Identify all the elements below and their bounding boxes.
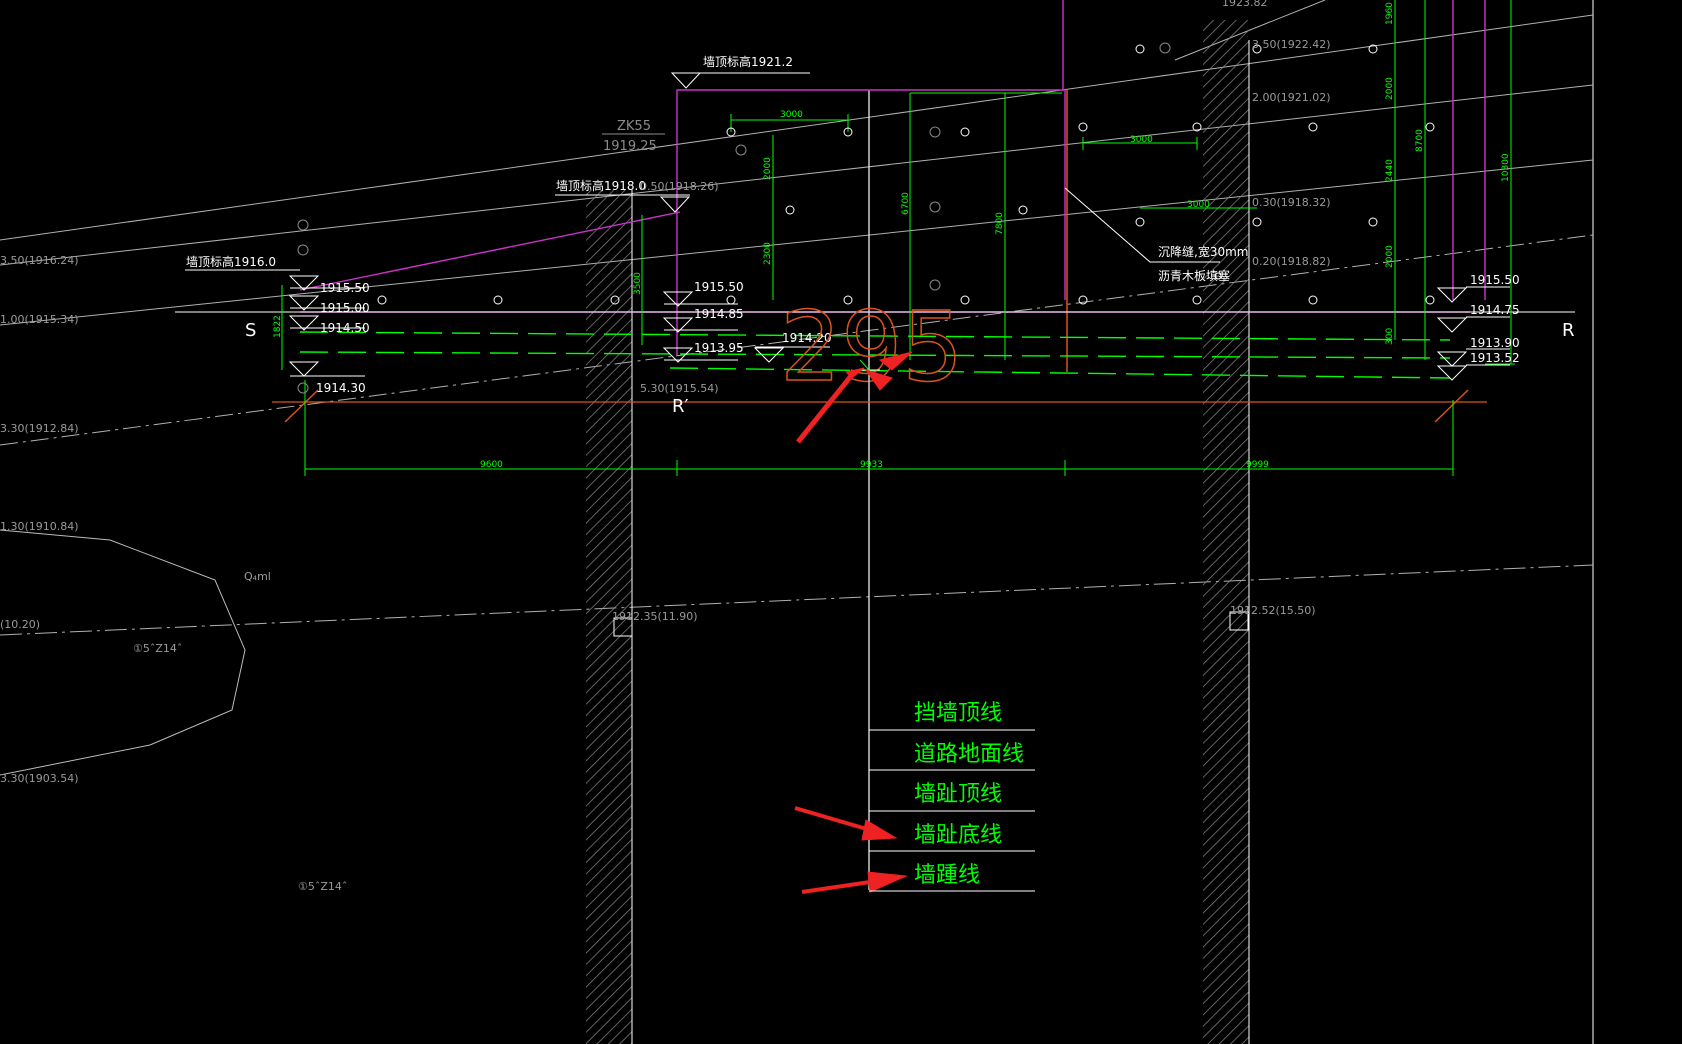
right-elev-3: 1913.90 <box>1470 336 1520 350</box>
legend-item-1: 挡墙顶线 <box>914 701 1002 726</box>
vdim-13: 300 <box>1385 328 1395 345</box>
misc-label: 0.20(1918.82) <box>1252 255 1331 268</box>
vdim-2: 2300 <box>763 242 773 265</box>
section-label-s: S <box>245 320 256 341</box>
wall-top-marker <box>659 196 691 213</box>
right-elev-1: 1915.50 <box>1470 273 1520 287</box>
ground-tick-right <box>1434 389 1469 423</box>
dim-bottom-1: 9600 <box>480 460 503 470</box>
misc-label: Q₄ml <box>244 570 271 583</box>
misc-label: 3.50(1922.42) <box>1252 38 1331 51</box>
vdim-10: 2000 <box>1385 245 1395 268</box>
misc-label: 1923.82 <box>1222 0 1268 9</box>
misc-label: 5.30(1915.54) <box>640 382 719 395</box>
mid-elev-1: 1915.50 <box>694 280 744 294</box>
mid-elev-2: 1914.85 <box>694 307 744 321</box>
misc-label: 0.30(1918.32) <box>1252 196 1331 209</box>
misc-labels: 1923.82 3.50(1922.42) 2.00(1921.02) 0.50… <box>0 0 1331 893</box>
vdim-1: 2000 <box>763 157 773 180</box>
wall-top-marker <box>670 72 702 89</box>
right-elevation-markers <box>1436 286 1510 381</box>
vdim-11: 8700 <box>1415 129 1425 152</box>
mid-elev-3: 1913.95 <box>694 341 744 355</box>
pile-column-right <box>1203 20 1249 1044</box>
left-elev-3: 1914.50 <box>320 321 370 335</box>
legend-item-3: 墙趾顶线 <box>914 782 1002 807</box>
grid-dim-2: 3000 <box>1130 135 1153 145</box>
left-elev-1: 1915.50 <box>320 281 370 295</box>
left-elev-2: 1915.00 <box>320 301 370 315</box>
red-arrow-3 <box>794 806 898 841</box>
vdim-6: 1822 <box>273 315 283 338</box>
right-elev-2: 1914.75 <box>1470 303 1520 317</box>
misc-label: 1.00(1915.34) <box>0 313 79 326</box>
note-joint: 沉降缝,宽30mm <box>1158 244 1248 259</box>
pile-label-left: 1912.35(11.90) <box>612 610 698 623</box>
borehole-name: ZK55 <box>617 119 651 134</box>
pile-label-right: 1912.52(15.50) <box>1230 604 1316 617</box>
left-elev-4: 1914.30 <box>316 381 366 395</box>
misc-label: ①5ˆZ14ˆ <box>133 642 182 655</box>
vdim-8: 2000 <box>1385 77 1395 100</box>
soil-boundary-curve <box>0 529 246 776</box>
cad-drawing-canvas[interactable]: 1912.35(11.90) 1912.52(15.50) 9600 9933 … <box>0 0 1682 1044</box>
wall-top-label-1: 墙顶标高1921.2 <box>703 54 793 69</box>
dim-bottom-2: 9933 <box>860 460 883 470</box>
misc-label: 0.50(1918.26) <box>640 180 719 193</box>
red-arrow-4 <box>801 871 908 894</box>
legend-item-4: 墙趾底线 <box>914 823 1002 848</box>
borehole-elevation: 1919.25 <box>603 139 657 154</box>
misc-label: 3.30(1903.54) <box>0 772 79 785</box>
vdim-4: 7800 <box>995 212 1005 235</box>
section-label-r: R <box>1562 320 1575 341</box>
vdim-9: 2440 <box>1385 159 1395 182</box>
dim-bottom-3: 9999 <box>1246 460 1269 470</box>
section-label-r-prime: R′ <box>672 396 689 417</box>
legend-item-5: 墙踵线 <box>914 863 980 888</box>
wall-top-label-3: 墙顶标高1916.0 <box>186 254 276 269</box>
vdim-5: 3500 <box>633 272 643 295</box>
misc-label: 1.30(1910.84) <box>0 520 79 533</box>
legend-item-2: 道路地面线 <box>914 742 1024 767</box>
vdim-12: 10300 <box>1501 153 1511 182</box>
misc-label: 3.30(1912.84) <box>0 422 79 435</box>
grid-dim-1: 3000 <box>780 110 803 120</box>
misc-label: 2.00(1921.02) <box>1252 91 1331 104</box>
misc-label: (10.20) <box>0 618 40 631</box>
ground-tick-left <box>284 389 319 423</box>
wall-top-label-2: 墙顶标高1918.0 <box>556 178 646 193</box>
annotation-number: 295 <box>780 291 963 403</box>
misc-label: 3.50(1916.24) <box>0 254 79 267</box>
right-elev-4: 1913.52 <box>1470 351 1520 365</box>
vdim-3: 6700 <box>901 192 911 215</box>
grid-dim-3: 3000 <box>1187 200 1210 210</box>
note-fill: 沥青木板填塞 <box>1158 268 1230 283</box>
misc-label: ①5ˆZ14ˆ <box>298 880 347 893</box>
vdim-7: 1960 <box>1385 2 1395 25</box>
